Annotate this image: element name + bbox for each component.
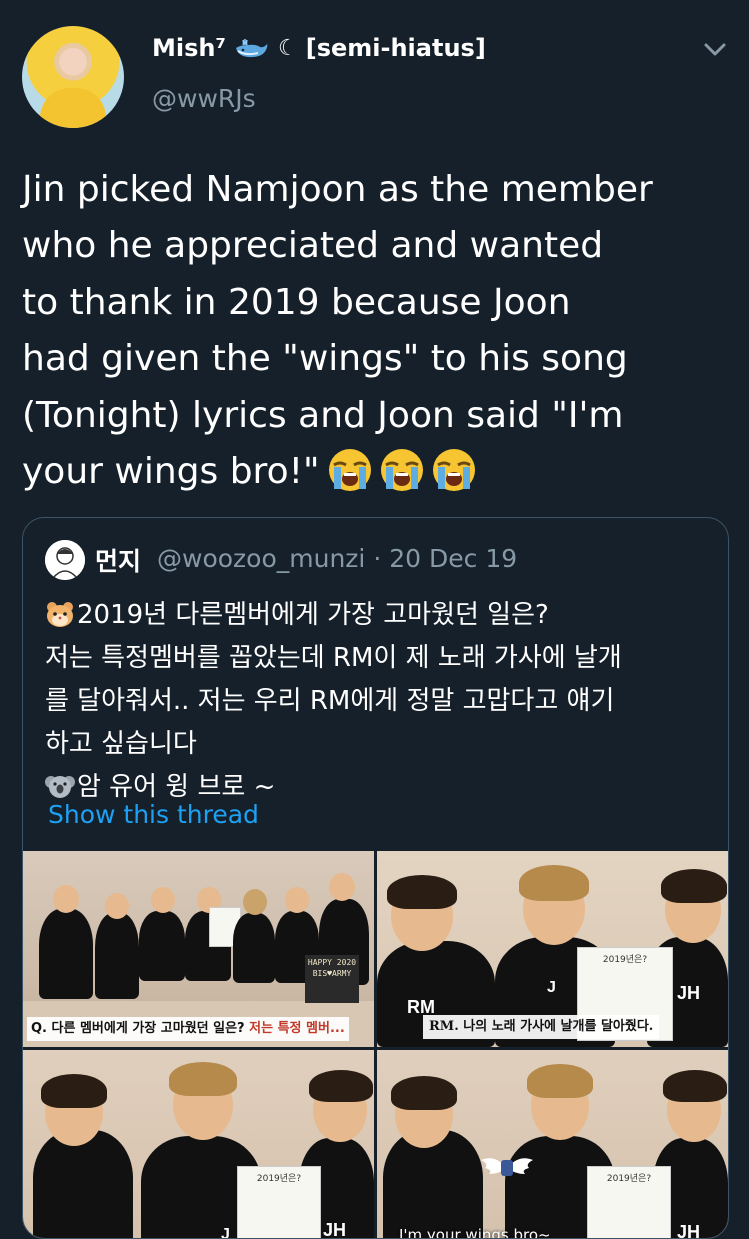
member-figure xyxy=(33,1130,133,1238)
author-handle[interactable]: @wwRJs xyxy=(152,84,256,113)
author-avatar[interactable] xyxy=(22,26,124,128)
photo1-caption-tail: 저는 특정 멤버... xyxy=(249,1021,345,1036)
member-figure xyxy=(95,913,139,999)
hamster-face-icon xyxy=(47,602,73,627)
quoted-date: 20 Dec 19 xyxy=(389,544,518,573)
quoted-tweet-card[interactable]: 먼지 @woozoo_munzi · 20 Dec 19 2019년 다른멤버에… xyxy=(22,517,729,1239)
shirt-letter-jh: JH xyxy=(677,983,701,1003)
member-figure xyxy=(233,913,275,983)
question-board: 2019년은? xyxy=(587,1166,671,1238)
media-photo-4[interactable]: JH 2019년은? I'm your wings bro~ xyxy=(377,1050,728,1239)
quoted-author-avatar xyxy=(45,540,85,580)
quoted-line-text: 2019년 다른멤버에게 가장 고마웠던 일은? xyxy=(77,600,549,630)
board-title: 2019년은? xyxy=(602,955,648,965)
author-name-text: Mish⁷ xyxy=(152,34,226,62)
happy-2020-sign: HAPPY 2020 BIS♥ARMY xyxy=(305,955,359,1003)
quoted-line: 를 달아줘서.. 저는 우리 RM에게 정말 고맙다고 얘기 xyxy=(45,686,615,716)
shirt-letter-j: J xyxy=(547,979,556,996)
loudly-crying-face-icon xyxy=(432,449,475,492)
wings-sticker-icon xyxy=(481,1158,533,1176)
question-board: 2019년은? xyxy=(237,1166,321,1238)
photo2-caption: RM. 나의 노래 가사에 날개를 달아줬다. xyxy=(423,1015,660,1039)
shirt-letter-j: J xyxy=(221,1226,230,1239)
quoted-author-name: 먼지 xyxy=(95,547,142,576)
quoted-author-handle: @woozoo_munzi xyxy=(157,544,366,573)
show-thread-link[interactable]: Show this thread xyxy=(48,800,259,829)
quoted-line-text: 암 유어 윙 브로 ~ xyxy=(77,772,276,802)
author-display-name[interactable]: Mish⁷ ☾ [semi-hiatus] xyxy=(152,34,486,62)
shirt-letter-jh: JH xyxy=(677,1222,701,1239)
koala-face-icon xyxy=(45,776,75,798)
quoted-line: 저는 특정멤버를 꼽았는데 RM이 제 노래 가사에 날개 xyxy=(45,643,622,673)
loudly-crying-face-icon xyxy=(328,449,371,492)
whale-icon xyxy=(236,38,268,58)
board-title: 2019년은? xyxy=(606,1174,652,1184)
photo4-subtitle: I'm your wings bro~ xyxy=(399,1226,551,1239)
tweet-text: Jin picked Namjoon as the member who he … xyxy=(22,169,653,493)
photo1-caption-question: Q. 다른 멤버에게 가장 고마웠던 일은? xyxy=(31,1021,245,1036)
shirt-letter-jh: JH xyxy=(323,1220,347,1239)
meta-separator: · xyxy=(373,544,382,573)
member-figure xyxy=(39,909,93,999)
quoted-meta: @woozoo_munzi · 20 Dec 19 xyxy=(157,544,517,573)
loudly-crying-face-icon xyxy=(380,449,423,492)
quoted-line: 하고 싶습니다 xyxy=(45,729,197,759)
media-photo-1[interactable]: HAPPY 2020 BIS♥ARMY Q. 다른 멤버에게 가장 고마웠던 일… xyxy=(23,851,374,1047)
author-status-text: [semi-hiatus] xyxy=(305,34,486,62)
chevron-down-icon[interactable] xyxy=(700,36,730,62)
quoted-line: 2019년 다른멤버에게 가장 고마웠던 일은? xyxy=(45,594,725,637)
member-figure xyxy=(139,911,185,981)
media-grid: HAPPY 2020 BIS♥ARMY Q. 다른 멤버에게 가장 고마웠던 일… xyxy=(23,851,728,1239)
crescent-moon-icon: ☾ xyxy=(278,35,298,61)
media-photo-3[interactable]: J JH 2019년은? xyxy=(23,1050,374,1239)
tweet-header: Mish⁷ ☾ [semi-hiatus] @wwRJs xyxy=(0,0,749,140)
board-title: 2019년은? xyxy=(256,1174,302,1184)
tweet-body: Jin picked Namjoon as the member who he … xyxy=(22,162,737,500)
photo1-caption: Q. 다른 멤버에게 가장 고마웠던 일은? 저는 특정 멤버... xyxy=(27,1017,349,1041)
media-photo-2[interactable]: RM J JH 2019년은? RM. 나의 노래 가사에 날개를 달아줬다. xyxy=(377,851,728,1047)
emoji-group xyxy=(326,445,478,493)
quoted-text: 2019년 다른멤버에게 가장 고마웠던 일은? 저는 특정멤버를 꼽았는데 R… xyxy=(45,594,725,809)
